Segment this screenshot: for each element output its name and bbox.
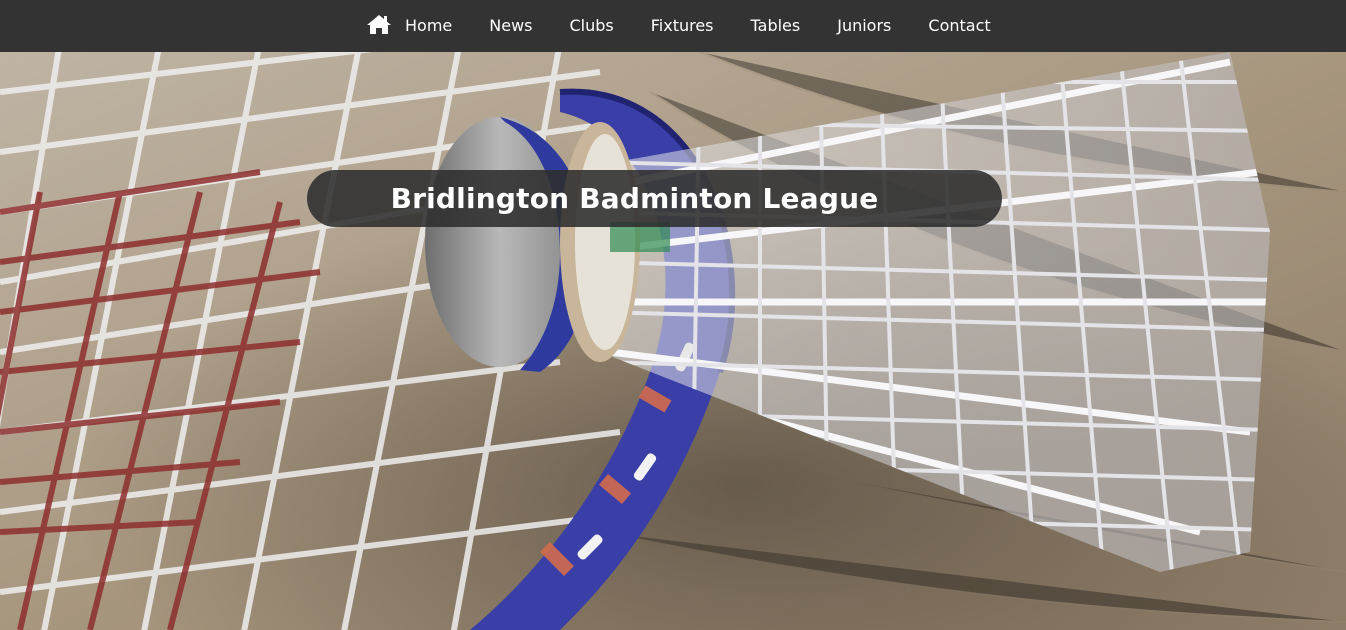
- nav-list: Home News Clubs Fixtures Tables Juniors …: [366, 0, 991, 52]
- hero-banner: Bridlington Badminton League: [0, 52, 1346, 630]
- hero-image: [0, 52, 1346, 630]
- hero-title: Bridlington Badminton League: [390, 182, 879, 215]
- hero-title-pill: Bridlington Badminton League: [307, 170, 1002, 227]
- nav-home-link[interactable]: Home: [405, 0, 452, 52]
- nav-fixtures-link[interactable]: Fixtures: [651, 0, 714, 52]
- nav-juniors-link[interactable]: Juniors: [837, 0, 891, 52]
- nav-tables-link[interactable]: Tables: [751, 0, 801, 52]
- home-icon[interactable]: [366, 13, 392, 35]
- nav-contact-link[interactable]: Contact: [928, 0, 990, 52]
- page: Home News Clubs Fixtures Tables Juniors …: [0, 0, 1346, 630]
- nav-news-link[interactable]: News: [489, 0, 532, 52]
- nav-clubs-link[interactable]: Clubs: [569, 0, 613, 52]
- top-navbar: Home News Clubs Fixtures Tables Juniors …: [0, 0, 1346, 52]
